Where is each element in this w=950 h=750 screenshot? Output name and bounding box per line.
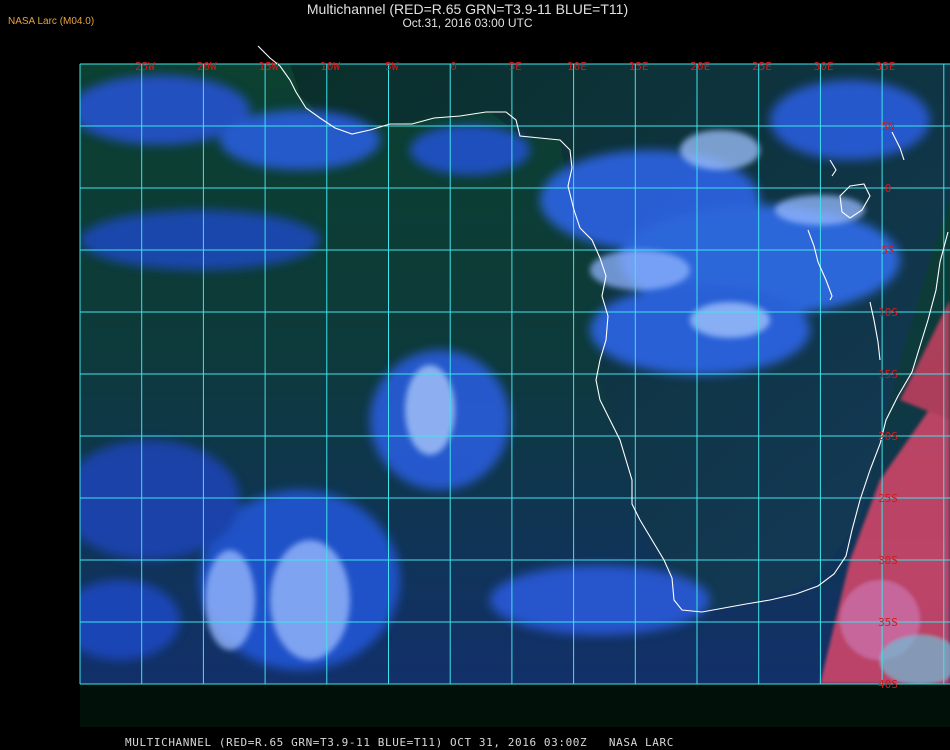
latitude-label: 40S (878, 678, 898, 691)
longitude-label: 25E (752, 60, 772, 73)
latitude-label: 30S (878, 554, 898, 567)
longitude-label: 10W (320, 60, 340, 73)
longitude-label: 30E (814, 60, 834, 73)
satellite-map[interactable]: 25W 20W 15W 10W 5W 0 5E 10E 15E 20E 25E 30E 35E 5N 0 5… (0, 0, 950, 750)
latitude-label: 25S (878, 492, 898, 505)
latitude-label: 20S (878, 430, 898, 443)
longitude-label: 15E (629, 60, 649, 73)
longitude-label: 25W (135, 60, 155, 73)
longitude-label: 20W (197, 60, 217, 73)
latitude-label: 10S (878, 306, 898, 319)
longitude-label: 0 (450, 60, 457, 73)
longitude-label: 35E (875, 60, 895, 73)
latitude-label: 35S (878, 616, 898, 629)
longitude-label: 20E (690, 60, 710, 73)
latitude-label: 0 (885, 182, 892, 195)
latitude-label: 5S (881, 244, 894, 257)
latitude-label: 15S (878, 368, 898, 381)
latitude-label: 5N (881, 120, 894, 133)
footer-caption: MULTICHANNEL (RED=R.65 GRN=T3.9-11 BLUE=… (125, 736, 674, 749)
longitude-label: 5W (385, 60, 399, 73)
longitude-label: 15W (258, 60, 278, 73)
longitude-label: 10E (567, 60, 587, 73)
longitude-label: 5E (509, 60, 522, 73)
